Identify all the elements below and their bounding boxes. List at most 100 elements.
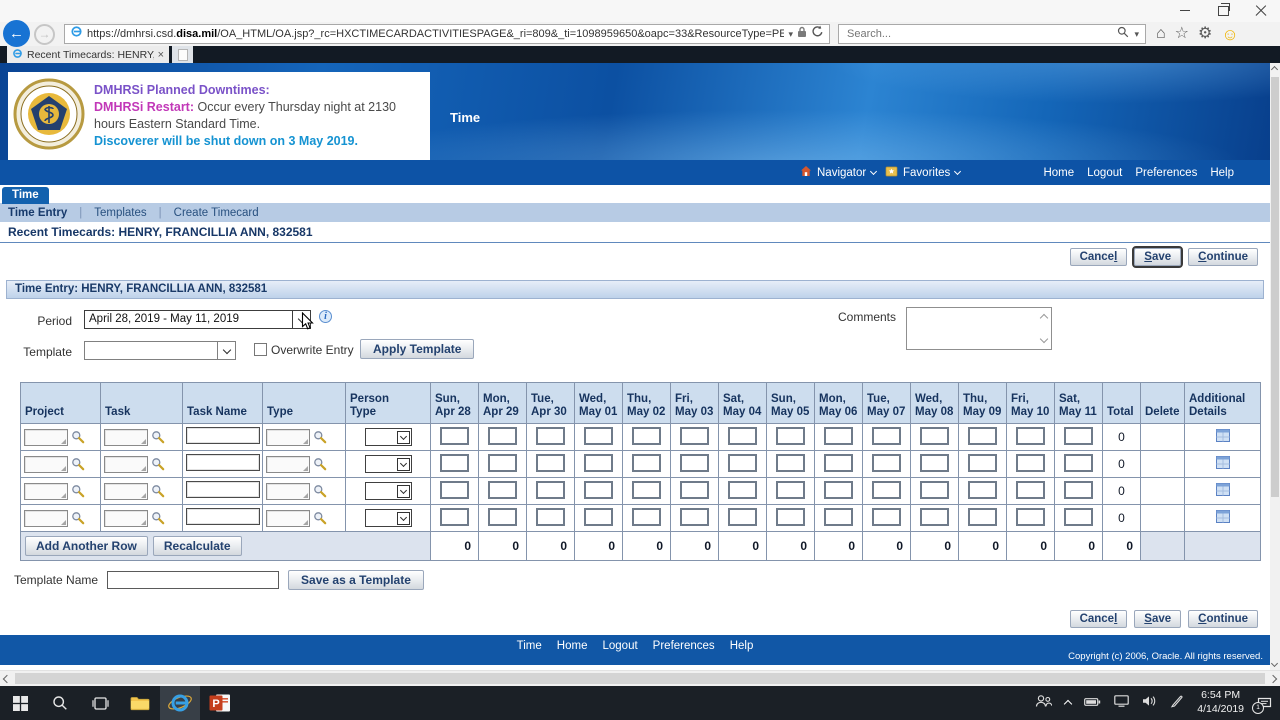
hours-input[interactable] <box>584 507 613 526</box>
new-tab-button[interactable] <box>172 46 193 63</box>
navigator-menu[interactable]: Navigator <box>800 160 878 185</box>
project-field[interactable] <box>24 428 68 446</box>
hours-input[interactable] <box>824 480 853 499</box>
hours-input[interactable] <box>968 480 997 499</box>
vertical-scrollbar[interactable] <box>1270 63 1280 670</box>
task-lov-search-icon[interactable] <box>151 511 165 525</box>
footer-link-preferences[interactable]: Preferences <box>653 640 715 652</box>
info-icon[interactable]: i <box>319 310 332 323</box>
task-name-field[interactable] <box>185 508 260 525</box>
template-name-input[interactable] <box>107 571 280 589</box>
hours-input[interactable] <box>584 453 613 472</box>
hours-input[interactable] <box>536 453 565 472</box>
header-link-help[interactable]: Help <box>1210 167 1234 179</box>
hours-input[interactable] <box>776 426 805 445</box>
hours-input[interactable] <box>728 480 757 499</box>
people-icon[interactable] <box>1035 694 1053 713</box>
battery-icon[interactable] <box>1084 694 1101 712</box>
hours-input[interactable] <box>536 480 565 499</box>
save-button-bottom[interactable]: Save <box>1134 610 1182 628</box>
task-field[interactable] <box>104 482 148 500</box>
task-view-button[interactable] <box>80 686 120 720</box>
hours-input[interactable] <box>440 453 469 472</box>
hours-input[interactable] <box>776 453 805 472</box>
hours-input[interactable] <box>728 453 757 472</box>
vertical-scroll-thumb[interactable] <box>1271 77 1279 497</box>
footer-link-logout[interactable]: Logout <box>602 640 637 652</box>
hours-input[interactable] <box>584 426 613 445</box>
task-field[interactable] <box>104 428 148 446</box>
hours-input[interactable] <box>1016 453 1045 472</box>
forward-button[interactable]: → <box>34 23 55 45</box>
cancel-button[interactable]: Cancel <box>1069 248 1128 266</box>
window-minimize-button[interactable] <box>1166 0 1204 21</box>
hours-input[interactable] <box>584 480 613 499</box>
header-link-home[interactable]: Home <box>1043 167 1074 179</box>
additional-details-icon[interactable] <box>1215 429 1230 442</box>
hours-input[interactable] <box>1016 507 1045 526</box>
favorites-star-icon[interactable]: ☆ <box>1175 26 1189 42</box>
hours-input[interactable] <box>488 507 517 526</box>
hours-input[interactable] <box>440 507 469 526</box>
hours-input[interactable] <box>1064 480 1093 499</box>
subnav-time-entry[interactable]: Time Entry <box>8 207 67 219</box>
project-lov-search-icon[interactable] <box>71 511 85 525</box>
type-field[interactable] <box>266 482 310 500</box>
additional-details-icon[interactable] <box>1215 456 1230 469</box>
hours-input[interactable] <box>824 507 853 526</box>
subnav-templates[interactable]: Templates <box>94 207 146 219</box>
scroll-left-icon[interactable] <box>2 674 12 684</box>
hours-input[interactable] <box>776 480 805 499</box>
task-field[interactable] <box>104 509 148 527</box>
save-as-template-button[interactable]: Save as a Template <box>288 570 424 590</box>
horizontal-scrollbar[interactable] <box>0 670 1280 686</box>
hours-input[interactable] <box>824 426 853 445</box>
hours-input[interactable] <box>824 453 853 472</box>
header-link-logout[interactable]: Logout <box>1087 167 1122 179</box>
subnav-create-timecard[interactable]: Create Timecard <box>174 207 259 219</box>
show-hidden-icons-chevron[interactable] <box>1064 699 1073 709</box>
hours-input[interactable] <box>872 480 901 499</box>
hours-input[interactable] <box>632 507 661 526</box>
hours-input[interactable] <box>1064 507 1093 526</box>
person-type-select[interactable] <box>364 482 412 500</box>
powerpoint-button[interactable]: P <box>200 686 240 720</box>
task-lov-search-icon[interactable] <box>151 457 165 471</box>
hours-input[interactable] <box>680 507 709 526</box>
hours-input[interactable] <box>968 453 997 472</box>
hours-input[interactable] <box>920 480 949 499</box>
project-field[interactable] <box>24 455 68 473</box>
hours-input[interactable] <box>680 453 709 472</box>
hours-input[interactable] <box>968 507 997 526</box>
hours-input[interactable] <box>1016 426 1045 445</box>
additional-details-icon[interactable] <box>1215 510 1230 523</box>
save-button[interactable]: Save <box>1132 246 1184 268</box>
overwrite-entry-checkbox[interactable] <box>254 343 267 356</box>
recalculate-button[interactable]: Recalculate <box>152 536 242 556</box>
url-field[interactable]: https://dmhrsi.csd.disa.mil/OA_HTML/OA.j… <box>64 24 830 44</box>
person-type-select[interactable] <box>364 455 412 473</box>
search-input[interactable] <box>845 27 1113 41</box>
volume-icon[interactable] <box>1142 694 1157 712</box>
hours-input[interactable] <box>536 426 565 445</box>
hours-input[interactable] <box>1064 453 1093 472</box>
hours-input[interactable] <box>632 480 661 499</box>
type-lov-search-icon[interactable] <box>313 457 327 471</box>
hours-input[interactable] <box>488 453 517 472</box>
hours-input[interactable] <box>440 480 469 499</box>
hours-input[interactable] <box>1064 426 1093 445</box>
window-close-button[interactable] <box>1242 0 1280 21</box>
hours-input[interactable] <box>680 426 709 445</box>
scroll-down-icon[interactable] <box>1270 659 1279 668</box>
refresh-icon[interactable] <box>811 25 824 43</box>
back-button[interactable]: ← <box>3 19 30 47</box>
hours-input[interactable] <box>440 426 469 445</box>
person-type-select[interactable] <box>364 428 412 446</box>
search-field[interactable]: ▾ <box>838 24 1146 44</box>
hours-input[interactable] <box>536 507 565 526</box>
project-lov-search-icon[interactable] <box>71 484 85 498</box>
hours-input[interactable] <box>632 453 661 472</box>
browser-tab[interactable]: Recent Timecards: HENRY, ... × <box>7 46 169 63</box>
scroll-up-icon[interactable] <box>1270 65 1279 74</box>
task-name-field[interactable] <box>185 481 260 498</box>
